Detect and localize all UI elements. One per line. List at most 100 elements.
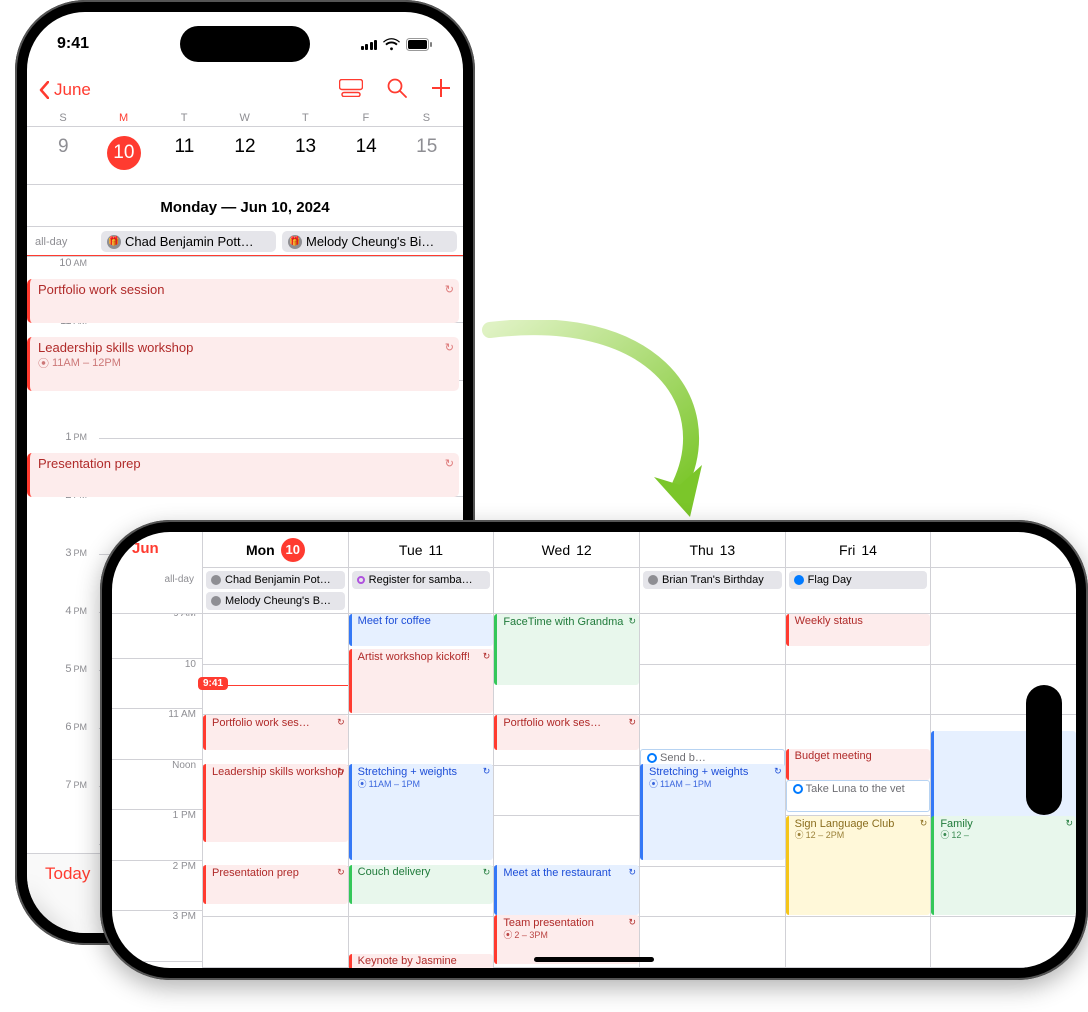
- month-label[interactable]: Jun: [112, 532, 202, 568]
- calendar-event[interactable]: ↻Presentation prep: [27, 453, 459, 497]
- calendar-event[interactable]: Weekly status: [786, 614, 931, 646]
- day-head-wed[interactable]: Wed12: [493, 532, 639, 568]
- allday-tue: Register for samba…: [348, 568, 494, 614]
- allday-chip[interactable]: 🎁Melody Cheung's Bi…: [282, 231, 457, 252]
- calendar-event[interactable]: ↻Leadership skills workshop⦿11AM – 12PM: [27, 337, 459, 391]
- allday-chip[interactable]: 🎁Chad Benjamin Pott…: [101, 231, 276, 252]
- hour-label: 2 PM: [112, 861, 202, 912]
- calendar-event[interactable]: Stretching + weights↻⦿11AM – 1PM: [640, 764, 785, 860]
- day-head-sat[interactable]: [930, 532, 1076, 568]
- calendar-event[interactable]: Stretching + weights↻⦿11AM – 1PM: [349, 764, 494, 860]
- day-head-mon[interactable]: Mon10: [202, 532, 348, 568]
- day-head-fri[interactable]: Fri14: [785, 532, 931, 568]
- back-label: June: [54, 80, 91, 100]
- hour-label: 9 AM: [112, 614, 202, 659]
- home-indicator: [534, 957, 654, 962]
- calendar-event[interactable]: Portfolio work ses…↻: [203, 715, 348, 750]
- weekday-header: SMTWTFS: [27, 112, 463, 127]
- calendar-event[interactable]: Artist workshop kickoff!↻: [349, 649, 494, 713]
- day-col-thu[interactable]: Send b…Stretching + weights↻⦿11AM – 1PM: [639, 614, 785, 968]
- clock-icon: ⦿: [503, 930, 512, 940]
- calendar-event[interactable]: Keynote by Jasmine: [349, 954, 494, 968]
- calendar-event[interactable]: Couch delivery↻: [349, 865, 494, 904]
- repeat-icon: ↻: [445, 283, 454, 296]
- hour-label: 10: [112, 659, 202, 710]
- allday-chip[interactable]: Melody Cheung's B…: [206, 592, 345, 610]
- calendar-event[interactable]: Take Luna to the vet: [786, 780, 931, 812]
- clock-icon: ⦿: [38, 355, 49, 371]
- calendar-event[interactable]: FaceTime with Grandma↻: [494, 614, 639, 685]
- allday-chip[interactable]: Register for samba…: [352, 571, 491, 589]
- calendar-event[interactable]: Portfolio work ses…↻: [494, 715, 639, 750]
- weekday-date[interactable]: 14: [336, 132, 397, 174]
- allday-chip[interactable]: Flag Day: [789, 571, 928, 589]
- status-indicators: [361, 38, 434, 51]
- calendar-event[interactable]: Meet at the restaurant↻: [494, 865, 639, 915]
- dynamic-island: [1026, 685, 1062, 815]
- allday-mon: Chad Benjamin Pot… Melody Cheung's B…: [202, 568, 348, 614]
- weekdate-row: 9101112131415: [27, 127, 463, 185]
- allday-label: all-day: [112, 568, 202, 614]
- repeat-icon: ↻: [628, 867, 636, 877]
- clock-icon: ⦿: [940, 830, 949, 840]
- hour-label: 4PM: [27, 605, 87, 617]
- now-indicator: 9:41: [27, 255, 463, 256]
- weekday-letter: M: [94, 112, 155, 124]
- color-dot: [211, 596, 221, 606]
- allday-row: all-day 🎁Chad Benjamin Pott… 🎁Melody Che…: [27, 227, 463, 257]
- calendar-event[interactable]: Meet for coffee: [349, 614, 494, 646]
- calendar-event[interactable]: Budget meeting: [786, 749, 931, 781]
- rotation-arrow: [470, 320, 770, 530]
- color-dot: [794, 575, 804, 585]
- hour-label: 1 PM: [112, 810, 202, 861]
- allday-chip[interactable]: Brian Tran's Birthday: [643, 571, 782, 589]
- allday-label: all-day: [35, 236, 95, 248]
- today-button[interactable]: Today: [45, 864, 90, 884]
- weekday-date[interactable]: 10: [94, 132, 155, 174]
- calendar-event[interactable]: Sign Language Club↻⦿12 – 2PM: [786, 816, 931, 915]
- calendar-event[interactable]: Leadership skills workshop↻: [203, 764, 348, 842]
- day-head-tue[interactable]: Tue11: [348, 532, 494, 568]
- open-circle-icon: [793, 784, 803, 794]
- weekday-date[interactable]: 13: [275, 132, 336, 174]
- calendar-event[interactable]: ↻Portfolio work session: [27, 279, 459, 323]
- weekday-date[interactable]: 12: [215, 132, 276, 174]
- weekday-letter: T: [275, 112, 336, 124]
- list-view-icon[interactable]: [339, 79, 363, 102]
- weekday-date[interactable]: 9: [33, 132, 94, 174]
- calendar-event[interactable]: Family↻⦿12 –: [931, 816, 1076, 915]
- hour-label: 5PM: [27, 663, 87, 675]
- hour-label: 3 PM: [112, 911, 202, 962]
- weekday-date[interactable]: 15: [396, 132, 457, 174]
- week-timegrid[interactable]: 9 AM1011 AMNoon1 PM2 PM3 PM Portfolio wo…: [112, 614, 1076, 968]
- cellular-icon: [361, 38, 378, 50]
- add-icon[interactable]: [431, 78, 451, 103]
- weekday-letter: S: [33, 112, 94, 124]
- search-icon[interactable]: [387, 78, 407, 103]
- day-head-thu[interactable]: Thu13: [639, 532, 785, 568]
- allday-wed: [493, 568, 639, 614]
- repeat-icon: ↻: [628, 717, 636, 727]
- calendar-event[interactable]: Presentation prep↻: [203, 865, 348, 904]
- day-title: Monday — Jun 10, 2024: [27, 185, 463, 227]
- back-button[interactable]: June: [39, 80, 91, 100]
- phone-landscape-frame: Jun Mon10 Tue11 Wed12 Thu13 Fri14 all-da…: [100, 520, 1088, 980]
- allday-fri: Flag Day: [785, 568, 931, 614]
- allday-thu: Brian Tran's Birthday: [639, 568, 785, 614]
- day-col-mon[interactable]: Portfolio work ses…↻ Leadership skills wo…: [202, 614, 348, 968]
- clock-icon: ⦿: [358, 779, 367, 789]
- battery-icon: [406, 38, 433, 51]
- weekday-letter: S: [396, 112, 457, 124]
- dynamic-island: [180, 26, 310, 62]
- day-col-tue[interactable]: Meet for coffeeArtist workshop kickoff!↻…: [348, 614, 494, 968]
- hour-label: 11 AM: [112, 709, 202, 760]
- day-col-wed[interactable]: FaceTime with Grandma↻ Portfolio work ses…: [493, 614, 639, 968]
- repeat-icon: ↻: [1065, 818, 1073, 828]
- clock-icon: ⦿: [649, 779, 658, 789]
- weekday-date[interactable]: 11: [154, 132, 215, 174]
- color-dot: [357, 576, 365, 584]
- repeat-icon: ↻: [337, 867, 345, 877]
- day-col-fri[interactable]: Weekly status Budget meetingTake Luna to …: [785, 614, 931, 968]
- allday-chip[interactable]: Chad Benjamin Pot…: [206, 571, 345, 589]
- repeat-icon: ↻: [483, 867, 491, 877]
